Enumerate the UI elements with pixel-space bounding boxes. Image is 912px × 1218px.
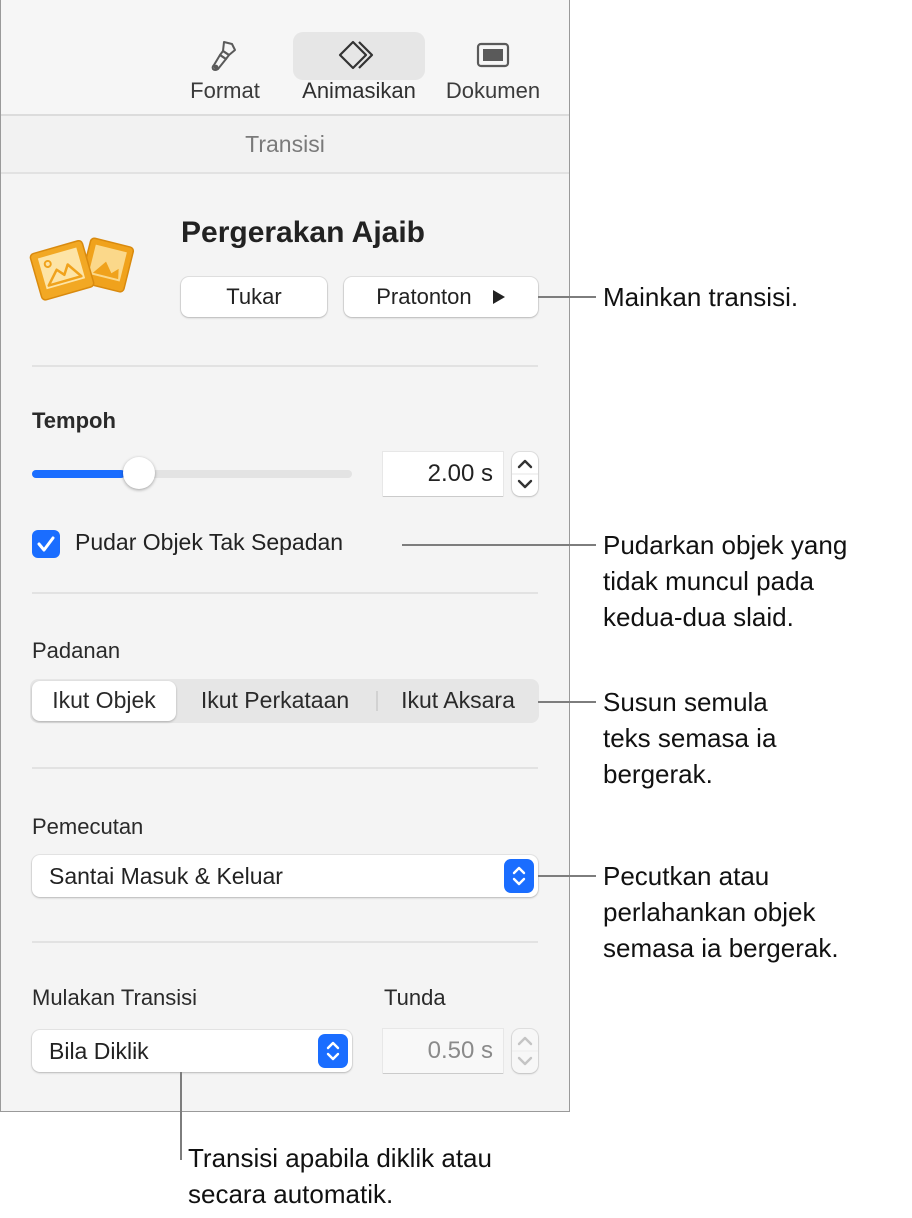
matching-label: Padanan: [32, 638, 121, 663]
duration-label: Tempoh: [32, 408, 116, 433]
checkmark-icon: [37, 536, 55, 552]
callout-line: Transisi apabila diklik atau: [188, 1143, 492, 1173]
inspector-panel: Format Animasikan Dokumen Transisi Perge…: [0, 0, 570, 1112]
leader-line-fade: [402, 544, 596, 546]
callout-line: semasa ia bergerak.: [603, 933, 839, 963]
callout-line: tidak muncul pada: [603, 566, 815, 596]
delay-stepper: [512, 1029, 538, 1073]
callout-line: Susun semula: [603, 687, 768, 717]
play-icon: [492, 278, 506, 318]
chevron-down-icon: [517, 479, 533, 489]
tab-animasikan-label: Animasikan: [302, 78, 416, 103]
callout-accel: Pecutkan atau perlahankan objek semasa i…: [603, 858, 839, 966]
acceleration-label: Pemecutan: [32, 814, 144, 839]
updown-chevrons-icon: [504, 859, 534, 893]
callout-match: Susun semula teks semasa ia bergerak.: [603, 684, 776, 792]
tab-dokumen-label: Dokumen: [445, 78, 541, 103]
fade-unmatched-label: Pudar Objek Tak Sepadan: [75, 529, 344, 555]
preview-button[interactable]: Pratonton: [344, 277, 538, 317]
tab-animasikan[interactable]: Animasikan: [293, 32, 425, 114]
callout-line: bergerak.: [603, 759, 713, 789]
duration-input[interactable]: 2.00 s: [383, 452, 503, 496]
callout-line: kedua-dua slaid.: [603, 602, 794, 632]
acceleration-value: Santai Masuk & Keluar: [49, 863, 283, 889]
callout-line: teks semasa ia: [603, 723, 777, 753]
callout-line: Pecutkan atau: [603, 861, 770, 891]
tab-format[interactable]: Format: [179, 32, 271, 114]
delay-label: Tunda: [384, 985, 446, 1010]
callout-line: perlahankan objek: [603, 897, 816, 927]
acceleration-select[interactable]: Santai Masuk & Keluar: [32, 855, 538, 897]
leader-line-start: [180, 1072, 182, 1160]
paintbrush-icon: [179, 32, 271, 80]
matching-segmented-control: Ikut Objek Ikut Perkataan Ikut Aksara: [30, 679, 539, 723]
divider: [32, 592, 538, 594]
segment-divider: [376, 691, 378, 711]
start-transition-value: Bila Diklik: [49, 1038, 149, 1064]
divider: [32, 767, 538, 769]
preview-button-label: Pratonton: [376, 284, 472, 309]
chevron-up-icon: [517, 459, 533, 469]
segment-ikut-perkataan[interactable]: Ikut Perkataan: [180, 679, 370, 723]
callout-line: Pudarkan objek yang: [603, 530, 848, 560]
chevron-up-icon: [517, 1036, 533, 1046]
callout-start: Transisi apabila diklik atau secara auto…: [188, 1140, 492, 1212]
callout-line: secara automatik.: [188, 1179, 394, 1209]
tab-format-label: Format: [190, 78, 260, 103]
leader-line-match: [538, 701, 596, 703]
section-header-transisi: Transisi: [1, 116, 569, 174]
duration-stepper[interactable]: [512, 452, 538, 496]
delay-input: 0.50 s: [383, 1029, 503, 1073]
inspector-toolbar: Format Animasikan Dokumen: [1, 0, 569, 116]
segment-ikut-aksara[interactable]: Ikut Aksara: [382, 679, 534, 723]
document-icon: [439, 32, 547, 80]
divider: [32, 365, 538, 367]
callout-play: Mainkan transisi.: [603, 282, 799, 312]
leader-line-accel: [538, 875, 596, 877]
animate-diamonds-icon: [293, 32, 425, 80]
divider: [32, 941, 538, 943]
start-transition-select[interactable]: Bila Diklik: [32, 1030, 352, 1072]
callout-fade: Pudarkan objek yang tidak muncul pada ke…: [603, 527, 847, 635]
duration-slider-fill: [32, 470, 125, 478]
tab-dokumen[interactable]: Dokumen: [439, 32, 547, 114]
leader-line-play: [538, 296, 596, 298]
chevron-down-icon: [517, 1056, 533, 1066]
start-transition-label: Mulakan Transisi: [32, 985, 198, 1010]
transition-name: Pergerakan Ajaib: [181, 216, 425, 249]
fade-unmatched-checkbox[interactable]: [32, 530, 60, 558]
segment-ikut-objek[interactable]: Ikut Objek: [32, 681, 176, 721]
duration-slider-knob[interactable]: [122, 457, 155, 489]
magic-move-photos-icon: [29, 232, 137, 309]
updown-chevrons-icon: [318, 1034, 348, 1068]
change-button[interactable]: Tukar: [181, 277, 327, 317]
